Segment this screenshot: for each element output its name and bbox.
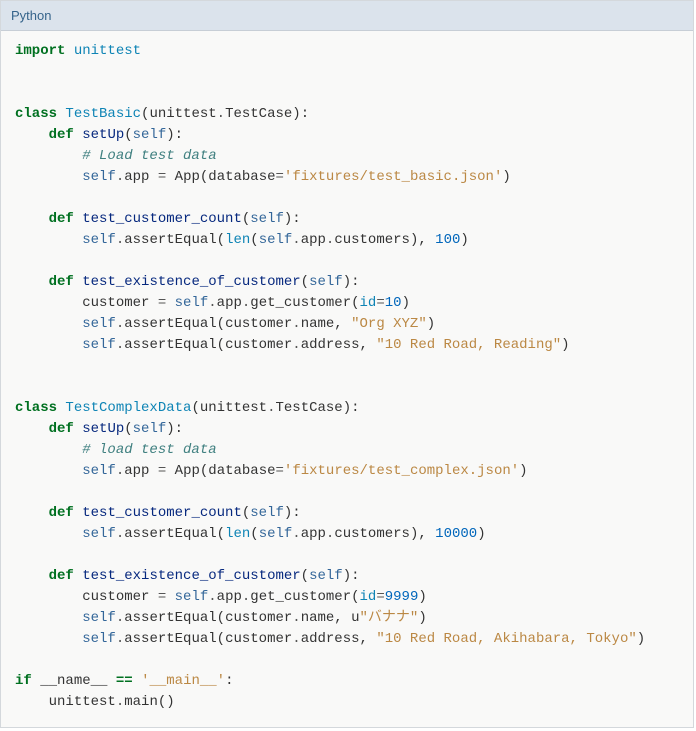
comment: # load test data bbox=[82, 442, 216, 458]
num-10000: 10000 bbox=[435, 526, 477, 542]
str-addr-reading: "10 Red Road, Reading" bbox=[376, 337, 561, 353]
str-org: "Org XYZ" bbox=[351, 316, 427, 332]
str-main: '__main__' bbox=[141, 673, 225, 689]
code-block: Python import unittest class TestBasic(u… bbox=[0, 0, 694, 728]
fn-test-count: test_customer_count bbox=[82, 211, 242, 227]
kw-if: if bbox=[15, 673, 32, 689]
str-addr-tokyo: "10 Red Road, Akihabara, Tokyo" bbox=[376, 631, 636, 647]
num-10: 10 bbox=[385, 295, 402, 311]
class-name: TestBasic bbox=[65, 106, 141, 122]
kw-import: import bbox=[15, 43, 65, 59]
str-fixture-basic: 'fixtures/test_basic.json' bbox=[284, 169, 502, 185]
comment: # Load test data bbox=[82, 148, 216, 164]
str-fixture-complex: 'fixtures/test_complex.json' bbox=[284, 463, 519, 479]
fn-test-exist: test_existence_of_customer bbox=[82, 274, 300, 290]
fn-setup: setUp bbox=[82, 127, 124, 143]
class-complex: TestComplexData bbox=[65, 400, 191, 416]
code-header: Python bbox=[1, 1, 693, 31]
mod-unittest: unittest bbox=[74, 43, 141, 59]
kw-def: def bbox=[49, 127, 74, 143]
kw-class: class bbox=[15, 106, 57, 122]
num-9999: 9999 bbox=[385, 589, 419, 605]
language-label: Python bbox=[11, 8, 51, 23]
num-100: 100 bbox=[435, 232, 460, 248]
str-banana: "バナナ" bbox=[360, 610, 419, 626]
code-body: import unittest class TestBasic(unittest… bbox=[1, 31, 693, 727]
